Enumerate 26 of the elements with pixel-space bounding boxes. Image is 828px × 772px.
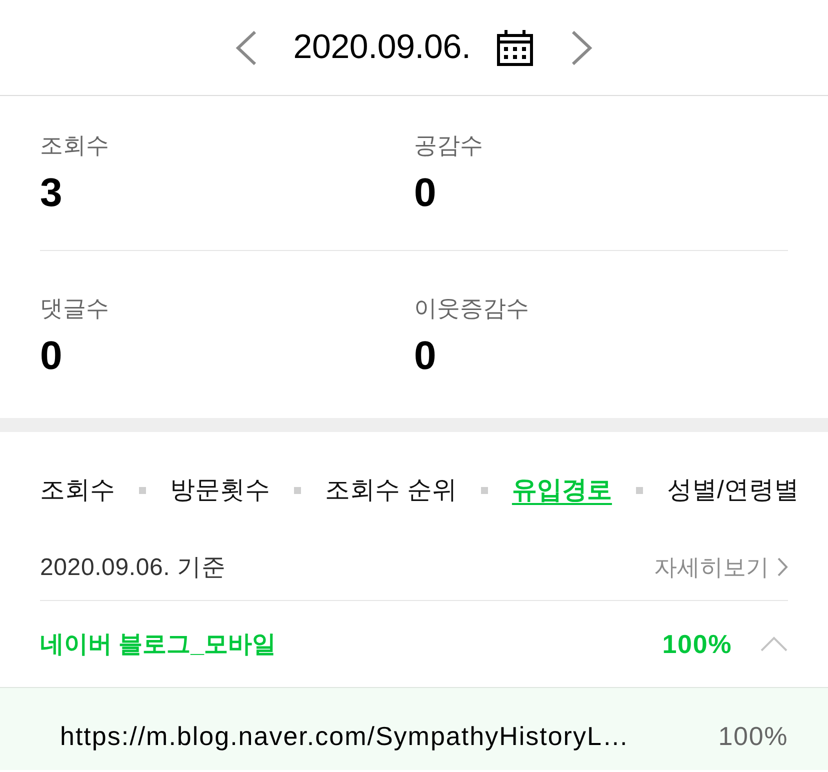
referrer-url: https://m.blog.naver.com/SympathyHistoryL… [60,720,630,752]
stat-label: 조회수 [40,131,109,160]
referrer-url-share: 100% [718,720,788,752]
stats-tab[interactable]: 조회수 순위 [325,472,457,508]
calendar-icon [496,30,533,66]
calendar-button[interactable] [496,30,533,66]
stat-label: 댓글수 [40,294,109,323]
chevron-left-icon [235,30,258,66]
basis-date: 2020.09.06. 기준 [40,553,226,583]
referrer-name: 네이버 블로그_모바일 [40,630,278,660]
stat-label: 공감수 [414,131,483,160]
chevron-right-icon [777,557,788,577]
stat-label: 이웃증감수 [414,294,529,323]
stats-tab[interactable]: 방문횟수 [170,472,270,508]
previous-day-button[interactable] [235,30,258,66]
stat-value: 0 [414,336,436,376]
stat-value: 0 [414,173,436,213]
stat-value: 3 [40,173,62,213]
next-day-button[interactable] [570,30,593,66]
stats-tab[interactable]: 조회수 [40,472,115,508]
referrer-share: 100% [662,628,732,660]
current-date: 2020.09.06. [293,28,471,67]
stats-tab[interactable]: 성별/연령별 [666,472,799,508]
stat-value: 0 [40,336,62,376]
chevron-up-icon [760,636,788,652]
chevron-right-icon [570,30,593,66]
